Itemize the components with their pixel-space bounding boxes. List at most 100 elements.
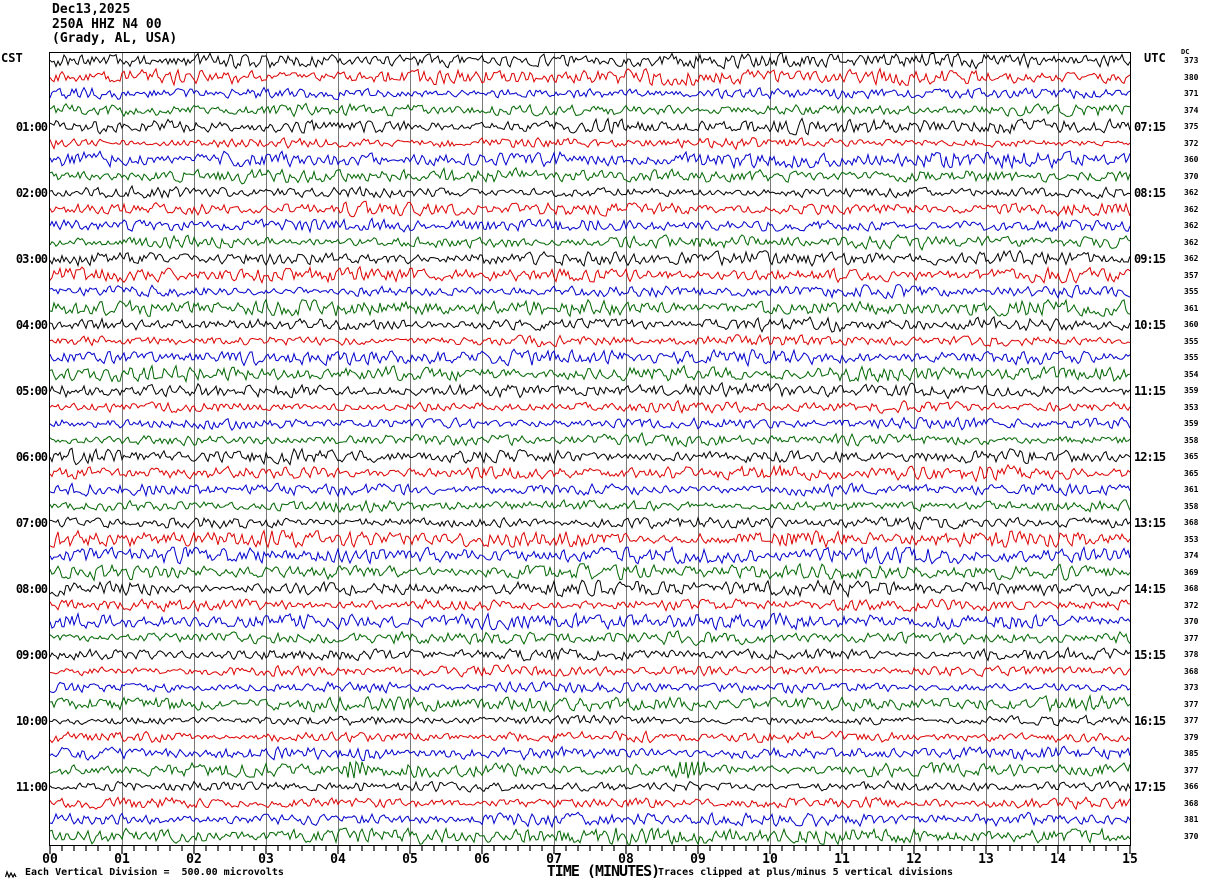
x-axis-title: TIME (MINUTES): [546, 862, 660, 880]
dc-value: 355: [1184, 353, 1199, 362]
utc-hour-label: 11:15: [1134, 383, 1166, 398]
wiggle-icon: [5, 870, 17, 879]
cst-hour-label: 04:00: [15, 317, 48, 332]
dc-value: 358: [1184, 435, 1199, 445]
seismic-trace: [50, 416, 1130, 431]
cst-hour-label: 07:00: [15, 515, 48, 530]
seismic-trace: [50, 745, 1130, 762]
seismic-trace: [50, 117, 1130, 136]
helicorder-page: Dec13,2025 250A HHZ N4 00 (Grady, AL, US…: [0, 0, 1210, 886]
seismic-trace: [50, 364, 1130, 384]
dc-value: 377: [1184, 765, 1199, 775]
cst-hour-label: 06:00: [15, 449, 48, 464]
dc-value: 359: [1184, 419, 1199, 428]
seismic-trace: [50, 463, 1130, 483]
plot-header: Dec13,2025 250A HHZ N4 00 (Grady, AL, US…: [52, 2, 177, 47]
utc-hour-label: 12:15: [1134, 449, 1166, 464]
dc-value: 377: [1184, 699, 1199, 709]
seismic-trace: [50, 67, 1130, 87]
seismic-trace: [50, 516, 1130, 531]
dc-value: 362: [1184, 237, 1199, 247]
dc-value: 381: [1184, 815, 1199, 824]
dc-value: 359: [1184, 386, 1199, 395]
seismic-trace: [50, 760, 1130, 779]
dc-value: 362: [1184, 254, 1199, 263]
seismic-trace: [50, 283, 1130, 300]
dc-value: 357: [1184, 270, 1199, 280]
dc-value: 366: [1184, 782, 1199, 791]
seismic-trace: [50, 780, 1130, 793]
utc-hour-label: 08:15: [1134, 185, 1166, 200]
seismic-trace: [50, 333, 1130, 348]
seismic-trace: [50, 150, 1130, 170]
minute-label: 15: [1122, 852, 1138, 867]
trace-canvas: [50, 53, 1130, 845]
dc-value: 380: [1184, 72, 1199, 82]
dc-value: 385: [1184, 749, 1199, 758]
seismic-trace: [50, 482, 1130, 498]
dc-column-label: DC: [1181, 48, 1190, 56]
dc-value: 368: [1184, 666, 1199, 676]
utc-hour-label: 09:15: [1134, 251, 1166, 266]
seismic-trace: [50, 136, 1130, 151]
minute-label: 05: [402, 852, 418, 867]
dc-value: 372: [1184, 138, 1199, 148]
seismic-trace: [50, 579, 1130, 599]
seismic-trace: [50, 499, 1130, 514]
cst-hour-label: 08:00: [15, 581, 48, 596]
seismic-trace: [50, 630, 1130, 647]
cst-hour-label: 09:00: [15, 647, 48, 662]
left-timezone-label: CST: [1, 51, 23, 65]
dc-value: 355: [1184, 287, 1199, 296]
seismic-trace: [50, 184, 1130, 200]
dc-value: 371: [1184, 89, 1199, 98]
seismic-trace: [50, 265, 1130, 285]
seismic-trace: [50, 381, 1130, 400]
dc-value: 370: [1184, 617, 1199, 626]
header-station: 250A HHZ N4 00: [52, 16, 162, 32]
helicorder-plot: [49, 52, 1131, 846]
minute-label: 12: [906, 852, 922, 867]
seismic-trace: [50, 233, 1130, 251]
utc-hour-label: 16:15: [1134, 713, 1166, 728]
seismic-trace: [50, 663, 1130, 678]
header-date: Dec13,2025: [52, 2, 131, 17]
dc-value: 369: [1184, 567, 1199, 577]
dc-value: 360: [1184, 320, 1199, 329]
seismic-trace: [50, 826, 1130, 845]
cst-hour-label: 01:00: [15, 119, 48, 134]
dc-value: 375: [1184, 122, 1199, 131]
dc-value: 373: [1184, 56, 1199, 65]
seismic-trace: [50, 399, 1130, 415]
dc-value: 377: [1184, 633, 1199, 643]
utc-hour-label: 14:15: [1134, 581, 1166, 596]
dc-value: 379: [1184, 732, 1199, 742]
utc-hour-label: 07:15: [1134, 119, 1166, 134]
seismic-trace: [50, 811, 1130, 829]
minute-label: 10: [762, 852, 778, 867]
dc-value: 362: [1184, 221, 1199, 230]
dc-value: 353: [1184, 534, 1199, 544]
cst-hour-label: 10:00: [15, 713, 48, 728]
dc-value: 365: [1184, 452, 1199, 461]
seismic-trace: [50, 529, 1130, 549]
seismic-trace: [50, 249, 1130, 268]
scale-footnote: Each Vertical Division = 500.00 microvol…: [25, 867, 284, 878]
minute-label: 03: [258, 852, 274, 867]
seismic-trace: [50, 680, 1130, 695]
seismic-trace: [50, 447, 1130, 467]
dc-value: 378: [1184, 650, 1199, 659]
seismic-trace: [50, 217, 1130, 234]
utc-hour-label: 17:15: [1134, 779, 1166, 794]
dc-value: 362: [1184, 204, 1199, 214]
seismic-trace: [50, 611, 1130, 632]
utc-hour-label: 15:15: [1134, 647, 1166, 662]
seismic-trace: [50, 693, 1130, 713]
seismic-trace: [50, 545, 1130, 565]
seismic-trace: [50, 298, 1130, 318]
minute-label: 04: [330, 852, 346, 867]
seismic-trace: [50, 562, 1130, 582]
minute-label: 11: [834, 852, 850, 867]
seismic-trace: [50, 729, 1130, 744]
minute-label: 14: [1050, 852, 1066, 867]
